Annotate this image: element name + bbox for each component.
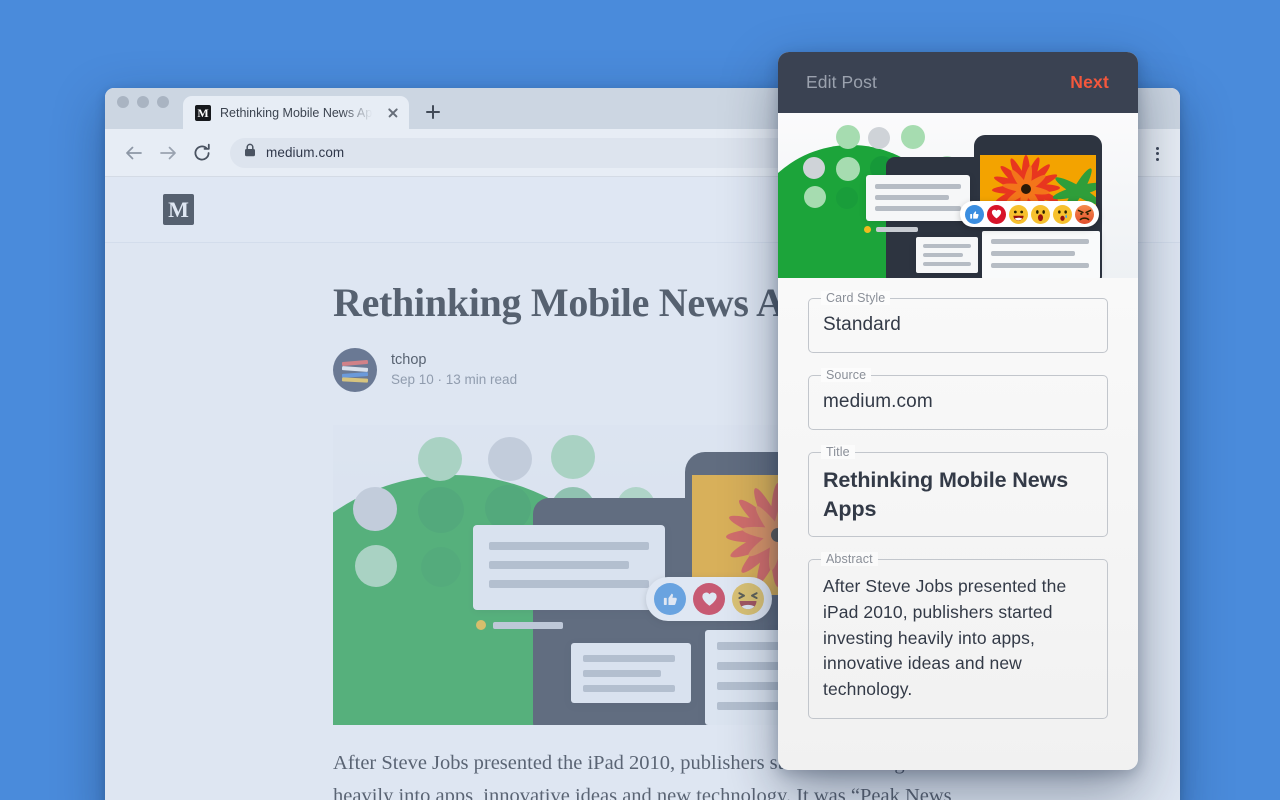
- close-tab-icon[interactable]: [386, 106, 400, 120]
- content-card: [571, 642, 691, 703]
- address-bar-url: medium.com: [266, 145, 345, 160]
- medium-logo[interactable]: M: [163, 194, 194, 225]
- avatar-chip-icon: [804, 186, 826, 208]
- browser-tab[interactable]: M Rethinking Mobile News Apps - t: [183, 96, 409, 129]
- edit-post-form: Card Style Standard Source medium.com Ti…: [778, 278, 1138, 770]
- avatar-stripe: [341, 377, 369, 383]
- reaction-angry-icon[interactable]: [1075, 204, 1094, 224]
- avatar-chip-icon: [551, 434, 595, 479]
- lock-icon: [244, 143, 256, 162]
- avatar-chip-icon: [836, 125, 860, 149]
- modal-title: Edit Post: [806, 72, 877, 92]
- dot-indicator: [864, 226, 871, 233]
- window-controls: [117, 88, 169, 129]
- content-card: [473, 524, 665, 610]
- abstract-value[interactable]: After Steve Jobs presented the iPad 2010…: [808, 559, 1108, 719]
- browser-menu-icon[interactable]: [1144, 138, 1170, 168]
- author-name[interactable]: tchop: [391, 350, 517, 370]
- content-card: [866, 175, 970, 221]
- close-window-button[interactable]: [117, 96, 129, 108]
- abstract-label: Abstract: [821, 552, 878, 567]
- title-value[interactable]: Rethinking Mobile News Apps: [808, 452, 1108, 537]
- social-illustration-thumb: [778, 113, 1138, 278]
- reaction-bar: [646, 576, 772, 621]
- avatar-chip-icon: [836, 187, 858, 209]
- content-line: [493, 621, 563, 629]
- reaction-like-icon[interactable]: [965, 204, 984, 224]
- new-tab-icon[interactable]: [419, 98, 447, 126]
- reaction-love-icon[interactable]: [693, 582, 725, 615]
- avatar-chip-icon: [901, 125, 925, 149]
- avatar-chip-icon: [485, 484, 531, 531]
- card-style-label: Card Style: [821, 291, 891, 305]
- avatar-chip-icon: [418, 486, 464, 533]
- author-avatar[interactable]: [333, 347, 377, 392]
- reaction-haha-icon[interactable]: [732, 582, 764, 615]
- maximize-window-button[interactable]: [157, 96, 169, 108]
- source-label: Source: [821, 367, 872, 382]
- modal-header: Edit Post Next: [778, 52, 1138, 113]
- avatar-chip-icon: [418, 436, 462, 481]
- content-line: [876, 227, 918, 232]
- medium-favicon-icon: M: [195, 104, 211, 121]
- reaction-wow-icon[interactable]: [1031, 204, 1050, 224]
- reaction-love-icon[interactable]: [987, 204, 1006, 224]
- avatar-chip-icon: [803, 157, 825, 179]
- abstract-field[interactable]: Abstract After Steve Jobs presented the …: [808, 552, 1108, 719]
- tab-title: Rethinking Mobile News Apps - t: [220, 105, 377, 120]
- avatar-chip-icon: [355, 544, 397, 587]
- card-style-value[interactable]: Standard: [808, 298, 1108, 353]
- avatar-chip-icon: [421, 546, 461, 587]
- avatar-chip-icon: [353, 486, 397, 531]
- content-card: [916, 237, 978, 273]
- avatar-stripe: [341, 359, 369, 366]
- reload-icon[interactable]: [187, 138, 217, 168]
- reaction-haha-icon[interactable]: [1009, 204, 1028, 224]
- article-meta: Sep 10 · 13 min read: [391, 371, 518, 387]
- desktop: M Rethinking Mobile News Apps - t medium: [0, 0, 1280, 800]
- dot-indicator: [476, 619, 486, 630]
- forward-icon[interactable]: [153, 138, 183, 168]
- title-label: Title: [821, 444, 855, 459]
- reaction-sad-icon[interactable]: [1053, 204, 1072, 224]
- avatar-stripe: [341, 365, 369, 372]
- back-icon[interactable]: [119, 138, 149, 168]
- avatar-chip-icon: [488, 436, 532, 481]
- source-value[interactable]: medium.com: [808, 375, 1108, 430]
- card-style-field[interactable]: Card Style Standard: [808, 291, 1108, 353]
- reaction-bar: [960, 201, 1099, 227]
- card-preview-thumbnail[interactable]: [778, 113, 1138, 278]
- avatar-chip-icon: [836, 157, 860, 181]
- next-button[interactable]: Next: [1070, 72, 1109, 93]
- avatar-chip-icon: [868, 127, 890, 149]
- edit-post-modal: Edit Post Next Card Style Standard Sourc…: [778, 52, 1138, 770]
- minimize-window-button[interactable]: [137, 96, 149, 108]
- reaction-like-icon[interactable]: [654, 582, 686, 615]
- content-card: [982, 231, 1100, 278]
- title-field[interactable]: Title Rethinking Mobile News Apps: [808, 444, 1108, 538]
- byline-text: tchop Sep 10 · 13 min read: [391, 350, 517, 391]
- source-field[interactable]: Source medium.com: [808, 367, 1108, 430]
